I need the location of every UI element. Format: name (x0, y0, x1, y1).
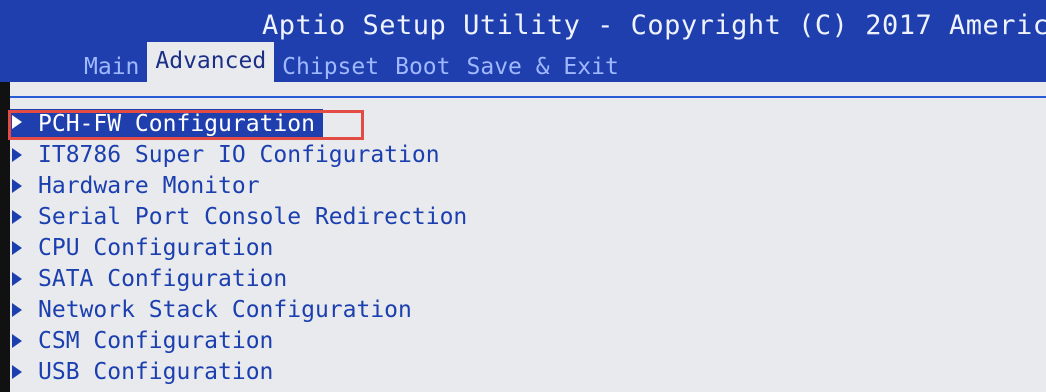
menu-item-label: IT8786 Super IO Configuration (38, 141, 440, 168)
bios-setup-screen: Aptio Setup Utility - Copyright (C) 2017… (0, 0, 1046, 392)
menu-item-label: Network Stack Configuration (38, 296, 412, 323)
triangle-right-icon (12, 364, 22, 379)
triangle-right-icon (12, 178, 22, 193)
page-title: Aptio Setup Utility - Copyright (C) 2017… (262, 10, 1046, 41)
menu-item-label: PCH-FW Configuration (38, 110, 315, 137)
header-divider (10, 96, 1046, 98)
tab-boot[interactable]: Boot (387, 50, 458, 82)
tab-chipset[interactable]: Chipset (274, 50, 387, 82)
menu-item-sata-configuration[interactable]: SATA Configuration (10, 263, 1040, 294)
tab-main[interactable]: Main (76, 50, 147, 82)
menu-item-label: CSM Configuration (38, 327, 274, 354)
triangle-right-icon (12, 147, 22, 162)
menu-item-it8786-super-io-configuration[interactable]: IT8786 Super IO Configuration (10, 139, 1040, 170)
triangle-right-icon (12, 240, 22, 255)
menu-item-label: CPU Configuration (38, 234, 274, 261)
selected-item-highlight: PCH-FW Configuration (10, 108, 323, 139)
menu-item-network-stack-configuration[interactable]: Network Stack Configuration (10, 294, 1040, 325)
screen-bezel-edge (0, 82, 10, 392)
menu-item-label: SATA Configuration (38, 265, 288, 292)
menu-item-csm-configuration[interactable]: CSM Configuration (10, 325, 1040, 356)
triangle-right-icon (12, 114, 22, 129)
menu-item-serial-port-console-redirection[interactable]: Serial Port Console Redirection (10, 201, 1040, 232)
menu-item-hardware-monitor[interactable]: Hardware Monitor (10, 170, 1040, 201)
menu-item-cpu-configuration[interactable]: CPU Configuration (10, 232, 1040, 263)
menu-item-usb-configuration[interactable]: USB Configuration (10, 356, 1040, 387)
tab-advanced[interactable]: Advanced (147, 42, 275, 82)
triangle-right-icon (12, 333, 22, 348)
tab-save-exit[interactable]: Save & Exit (459, 50, 627, 82)
advanced-menu-list: PCH-FW Configuration IT8786 Super IO Con… (10, 108, 1040, 387)
menu-item-pch-fw-configuration[interactable]: PCH-FW Configuration (10, 108, 1040, 139)
triangle-right-icon (12, 209, 22, 224)
triangle-right-icon (12, 302, 22, 317)
menu-item-label: Serial Port Console Redirection (38, 203, 468, 230)
menu-item-label: Hardware Monitor (38, 172, 260, 199)
triangle-right-icon (12, 271, 22, 286)
menu-item-label: USB Configuration (38, 358, 274, 385)
tab-bar: Main Advanced Chipset Boot Save & Exit (76, 42, 627, 82)
